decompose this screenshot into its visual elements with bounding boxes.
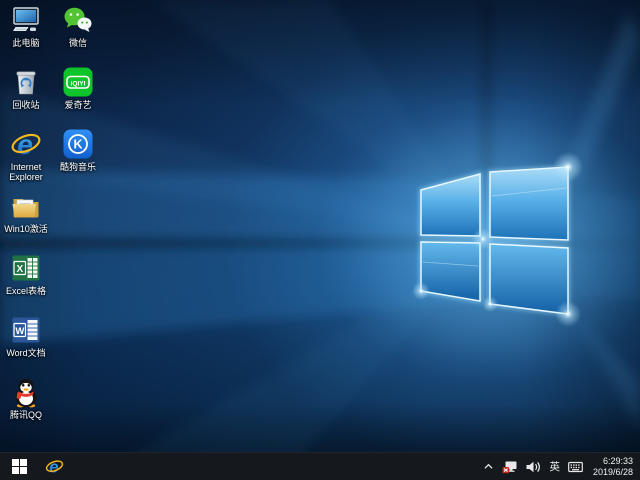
internet-explorer-icon: e bbox=[10, 128, 42, 160]
clock-time: 6:29:33 bbox=[602, 456, 633, 466]
start-button[interactable] bbox=[0, 453, 38, 480]
folder-icon bbox=[10, 190, 42, 222]
desktop-icon-recycle-bin[interactable]: 回收站 bbox=[0, 66, 52, 110]
taskbar: e 英 6:29:33 2019/6/28 bbox=[0, 452, 640, 480]
tray-clock[interactable]: 6:29:33 2019/6/28 bbox=[591, 456, 638, 477]
this-pc-icon bbox=[10, 4, 42, 36]
excel-icon: X bbox=[10, 252, 42, 284]
word-letter-w: W bbox=[15, 326, 24, 337]
word-icon: W bbox=[10, 314, 42, 346]
desktop-icon-win10-activate[interactable]: Win10激活 bbox=[0, 190, 52, 234]
desktop-icon-tencent-qq[interactable]: 腾讯QQ bbox=[0, 376, 52, 420]
tray-show-hidden-icons[interactable] bbox=[483, 453, 494, 480]
excel-letter-x: X bbox=[16, 264, 23, 275]
desktop-icon-label: Win10激活 bbox=[4, 224, 48, 234]
desktop-icon-excel[interactable]: X Excel表格 bbox=[0, 252, 52, 296]
tray-ime-language-indicator[interactable]: 英 bbox=[549, 453, 560, 480]
tray-touch-keyboard[interactable] bbox=[568, 453, 583, 480]
tray-network-status[interactable] bbox=[502, 453, 518, 480]
network-disconnected-icon bbox=[502, 461, 517, 473]
touch-keyboard-icon bbox=[568, 461, 583, 472]
desktop-icon-kugou-music[interactable]: K 酷狗音乐 bbox=[52, 128, 104, 172]
ie-letter-e: e bbox=[17, 129, 33, 160]
desktop-icon-label: 腾讯QQ bbox=[9, 410, 42, 420]
desktop-icon-label: 酷狗音乐 bbox=[59, 162, 96, 172]
desktop-icon-label: 微信 bbox=[68, 38, 87, 48]
desktop-icon-iqiyi[interactable]: iQIYI 爱奇艺 bbox=[52, 66, 104, 110]
desktop-icon-wechat[interactable]: 微信 bbox=[52, 4, 104, 48]
kugou-letter-k: K bbox=[73, 138, 82, 152]
qq-penguin-icon bbox=[10, 376, 42, 408]
speaker-icon bbox=[526, 461, 541, 472]
desktop-icon-label: Word文档 bbox=[6, 348, 46, 358]
iqiyi-icon: iQIYI bbox=[62, 66, 94, 98]
kugou-music-icon: K bbox=[62, 128, 94, 160]
chevron-up-icon bbox=[484, 463, 493, 469]
desktop-icon-internet-explorer[interactable]: e Internet Explorer bbox=[0, 128, 52, 182]
desktop-icon-this-pc[interactable]: 此电脑 bbox=[0, 4, 52, 48]
desktop-icon-label: Excel表格 bbox=[5, 286, 46, 296]
desktop-icon-label: 回收站 bbox=[12, 100, 40, 110]
taskbar-internet-explorer-button[interactable]: e bbox=[38, 453, 70, 480]
ie-taskbar-icon: e bbox=[45, 457, 63, 476]
svg-text:e: e bbox=[49, 457, 58, 476]
system-tray: 英 6:29:33 2019/6/28 bbox=[483, 453, 640, 480]
windows-start-icon bbox=[11, 459, 27, 474]
desktop-icon-label: 此电脑 bbox=[12, 38, 40, 48]
desktop-icon-label: Internet Explorer bbox=[9, 162, 43, 182]
desktop-icon-word[interactable]: W Word文档 bbox=[0, 314, 52, 358]
recycle-bin-icon bbox=[10, 66, 42, 98]
clock-date: 2019/6/28 bbox=[592, 466, 633, 477]
iqiyi-logo-text: iQIYI bbox=[70, 81, 85, 88]
desktop-icon-label: 爱奇艺 bbox=[64, 100, 92, 110]
ime-label: 英 bbox=[549, 461, 560, 473]
wechat-icon bbox=[62, 4, 94, 36]
windows-desktop-screen: 此电脑 微信 回收站 iQIYI 爱奇艺 e Internet Explorer… bbox=[0, 0, 640, 480]
tray-volume[interactable] bbox=[526, 453, 541, 480]
